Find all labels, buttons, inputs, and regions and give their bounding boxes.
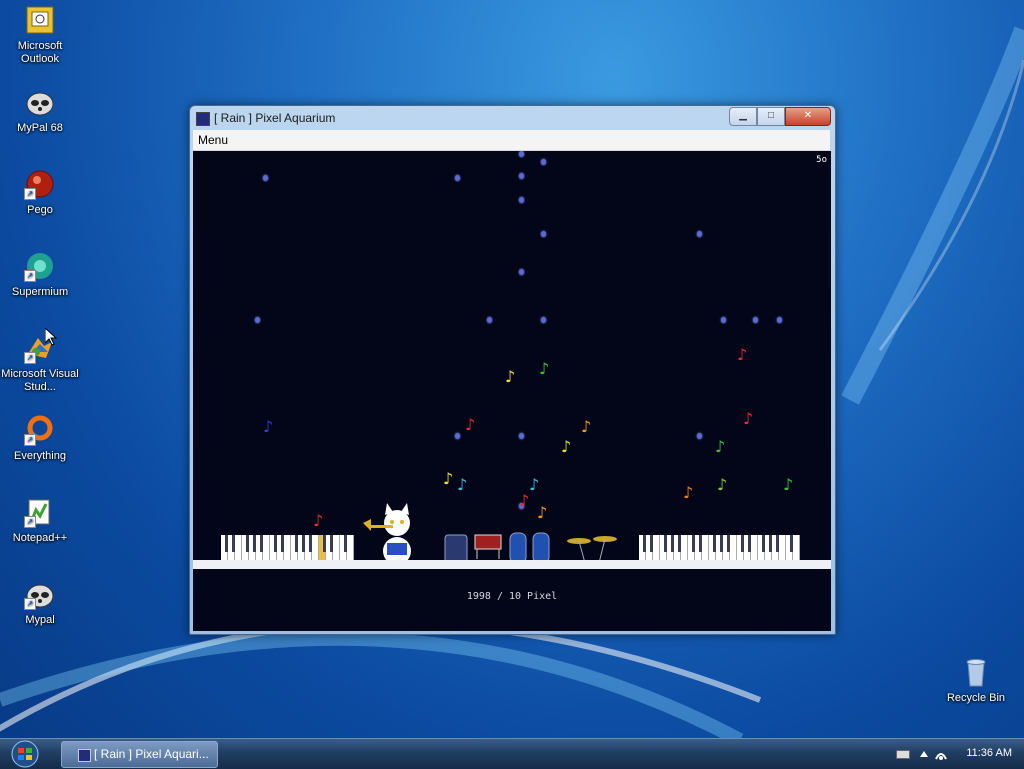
shortcut-arrow-icon: ↗ [24,598,36,610]
raindrop [697,231,702,237]
raindrop [541,317,546,323]
music-note-icon: ♪ [519,491,530,510]
desktop-icon-label: Microsoft Visual Stud... [1,368,79,393]
desktop-icon-pego[interactable]: ↗ Pego [0,168,80,217]
mouse-cursor-icon [45,328,57,346]
app-icon [196,112,210,126]
music-note-icon: ♪ [717,475,728,494]
shortcut-arrow-icon: ↗ [24,270,36,282]
desktop-icon-everything[interactable]: ↗ Everything [0,414,80,463]
desktop-icon-outlook[interactable]: Microsoft Outlook [0,4,80,66]
menu-item-menu[interactable]: Menu [198,133,228,147]
taskbar-item-pixel-aquarium[interactable]: [ Rain ] Pixel Aquari... [61,741,218,768]
cat-trumpeter-icon [363,503,411,565]
music-note-icon: ♪ [529,475,540,494]
supermium-icon: ↗ [24,250,56,282]
pixel-aquarium-window[interactable]: [ Rain ] Pixel Aquarium ▁ □ ✕ Menu 5o ♪ ♪… [189,105,836,635]
close-button[interactable]: ✕ [785,107,831,126]
title-bar[interactable]: [ Rain ] Pixel Aquarium ▁ □ ✕ [190,106,835,130]
raindrop [519,433,524,439]
raindrop [697,433,702,439]
app-icon [78,749,91,762]
raindrop [777,317,782,323]
music-note-icon: ♪ [505,367,516,386]
music-note-icon: ♪ [783,475,794,494]
raindrop [721,317,726,323]
raindrop [541,159,546,165]
raindrop [487,317,492,323]
credit-text: 1998 / 10 Pixel [466,591,558,602]
desktop-icon-label: Mypal [25,614,55,626]
music-note-icon: ♪ [263,417,274,436]
stage-floor [193,560,831,569]
raindrop [753,317,758,323]
desktop-icon-label: Supermium [11,286,69,298]
shortcut-arrow-icon: ↗ [24,434,36,446]
desktop-icon-supermium[interactable]: ↗ Supermium [0,250,80,299]
desktop-icon-label: Recycle Bin [946,692,1006,704]
desktop-icon-label: Pego [27,204,53,216]
desktop-icon-label: Everything [14,450,66,462]
music-note-icon: ♪ [683,483,694,502]
start-button[interactable] [6,740,44,768]
shortcut-arrow-icon: ↗ [24,516,36,528]
music-note-icon: ♪ [457,475,468,494]
music-note-icon: ♪ [465,415,476,434]
raindrop [255,317,260,323]
shortcut-arrow-icon: ↗ [24,352,36,364]
music-note-icon: ♪ [581,417,592,436]
desktop-icon-recycle-bin[interactable]: Recycle Bin [936,656,1016,705]
recycle-bin-icon [960,656,992,688]
notepadpp-icon: ↗ [24,496,56,528]
music-note-icon: ♪ [313,511,324,530]
raccoon-icon [24,86,56,118]
network-icon[interactable] [934,747,948,761]
everything-icon: ↗ [24,414,56,446]
music-note-icon: ♪ [537,503,548,522]
raindrop [455,433,460,439]
raindrop [541,231,546,237]
desktop-icon-mypal[interactable]: ↗ Mypal [0,578,80,627]
raccoon-icon: ↗ [24,578,56,610]
raindrop [263,175,268,181]
show-hidden-icons-icon[interactable] [920,751,928,757]
aquarium-canvas[interactable]: 5o ♪ ♪ ♪ ♪ ♪ ♪ ♪ ♪ ♪ ♪ ♪ ♪ ♪ ♪ ♪ ♪ ♪ ♪ 1… [193,151,831,631]
keyboard-icon[interactable] [896,750,910,759]
raindrop [519,197,524,203]
desktop-icon-label: MyPal 68 [17,122,63,134]
taskbar: [ Rain ] Pixel Aquari... 11:36 AM [0,738,1024,769]
shortcut-arrow-icon: ↗ [24,188,36,200]
music-note-icon: ♪ [737,345,748,364]
raindrop [519,173,524,179]
desktop-icon-label: Microsoft Outlook [17,40,63,65]
minimize-button[interactable]: ▁ [729,107,757,126]
desktop-icon-notepadpp[interactable]: ↗ Notepad++ [0,496,80,545]
outlook-icon [24,4,56,36]
fps-counter: 5o [816,155,827,165]
desktop-icon-mypal68[interactable]: MyPal 68 [0,86,80,135]
music-note-icon: ♪ [561,437,572,456]
maximize-button[interactable]: □ [757,107,785,126]
taskbar-item-label: [ Rain ] Pixel Aquari... [94,747,209,761]
raindrop [519,269,524,275]
menu-bar: Menu [193,130,830,151]
window-title: [ Rain ] Pixel Aquarium [214,111,336,125]
music-note-icon: ♪ [715,437,726,456]
pego-icon: ↗ [24,168,56,200]
desktop-icon-visual-studio[interactable]: ↗ Microsoft Visual Stud... [0,332,80,394]
clock[interactable]: 11:36 AM [966,747,1012,759]
raindrop [455,175,460,181]
music-note-icon: ♪ [443,469,454,488]
music-note-icon: ♪ [539,359,550,378]
raindrop [519,151,524,157]
desktop-icon-label: Notepad++ [12,532,68,544]
music-note-icon: ♪ [743,409,754,428]
